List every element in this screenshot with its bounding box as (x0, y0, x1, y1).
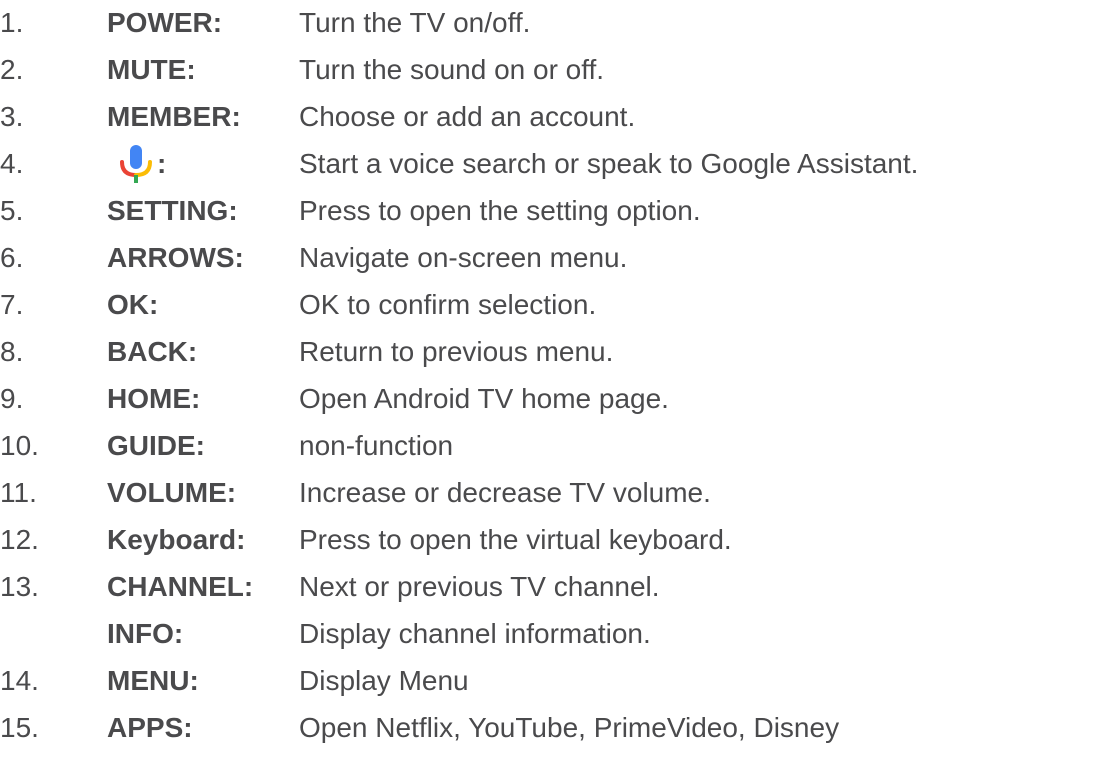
item-description: Navigate on-screen menu. (299, 242, 628, 273)
item-key: MEMBER: (107, 101, 241, 132)
item-key: MUTE: (107, 54, 196, 85)
list-item: 4. : Start a voice search or speak to Go… (0, 141, 1093, 187)
item-description: Start a voice search or speak to Google … (299, 148, 919, 179)
item-key: VOLUME: (107, 477, 237, 508)
list-item: 12. Keyboard: Press to open the virtual … (0, 517, 1093, 563)
item-key: BACK: (107, 336, 198, 367)
list-item: INFO: Display channel information. (0, 611, 1093, 657)
list-item: 2. MUTE: Turn the sound on or off. (0, 47, 1093, 93)
google-assistant-mic-icon (120, 145, 152, 183)
item-number: 14. (0, 665, 39, 696)
item-key: INFO: (107, 618, 184, 649)
item-number: 12. (0, 524, 39, 555)
item-description: Press to open the virtual keyboard. (299, 524, 732, 555)
list-item: 13. CHANNEL: Next or previous TV channel… (0, 564, 1093, 610)
item-number: 4. (0, 148, 24, 179)
item-number: 1. (0, 7, 24, 38)
list-item: 11. VOLUME: Increase or decrease TV volu… (0, 470, 1093, 516)
item-key: : (157, 148, 167, 179)
item-key: CHANNEL: (107, 571, 254, 602)
item-description: non-function (299, 430, 454, 461)
item-number: 9. (0, 383, 24, 414)
item-number: 8. (0, 336, 24, 367)
item-key: Keyboard: (107, 524, 246, 555)
item-description: Next or previous TV channel. (299, 571, 660, 602)
list-item: 1. POWER: Turn the TV on/off. (0, 0, 1093, 46)
item-description: Press to open the setting option. (299, 195, 701, 226)
item-description: Turn the sound on or off. (299, 54, 605, 85)
item-description: Open Netflix, YouTube, PrimeVideo, Disne… (299, 712, 840, 743)
list-item: 5. SETTING: Press to open the setting op… (0, 188, 1093, 234)
item-number: 7. (0, 289, 24, 320)
item-number: 10. (0, 430, 39, 461)
list-item: 7. OK: OK to confirm selection. (0, 282, 1093, 328)
item-description: Turn the TV on/off. (299, 7, 531, 38)
item-description: Increase or decrease TV volume. (299, 477, 711, 508)
item-key: GUIDE: (107, 430, 205, 461)
item-description: Display channel information. (299, 618, 651, 649)
item-description: Return to previous menu. (299, 336, 614, 367)
item-description: Choose or add an account. (299, 101, 636, 132)
item-number: 15. (0, 712, 39, 743)
item-number: 6. (0, 242, 24, 273)
item-key-mic: : (119, 141, 166, 187)
item-key: MENU: (107, 665, 199, 696)
item-key: ARROWS: (107, 242, 244, 273)
list-item: 9. HOME: Open Android TV home page. (0, 376, 1093, 422)
item-key: OK: (107, 289, 159, 320)
item-number: 13. (0, 571, 39, 602)
list-item: 10. GUIDE: non-function (0, 423, 1093, 469)
remote-button-list: 1. POWER: Turn the TV on/off. 2. MUTE: T… (0, 0, 1093, 779)
list-item: 6. ARROWS: Navigate on-screen menu. (0, 235, 1093, 281)
item-key: SETTING: (107, 195, 238, 226)
item-description: OK to confirm selection. (299, 289, 597, 320)
item-number: 2. (0, 54, 24, 85)
item-description: Display Menu (299, 665, 469, 696)
item-key: APPS: (107, 712, 193, 743)
item-description: Open Android TV home page. (299, 383, 669, 414)
list-item: 8. BACK: Return to previous menu. (0, 329, 1093, 375)
list-item: 14. MENU: Display Menu (0, 658, 1093, 704)
item-number: 3. (0, 101, 24, 132)
list-item: 3. MEMBER: Choose or add an account. (0, 94, 1093, 140)
item-key: HOME: (107, 383, 201, 414)
item-number: 11. (0, 477, 37, 508)
item-number: 5. (0, 195, 24, 226)
list-item: 15. APPS: Open Netflix, YouTube, PrimeVi… (0, 705, 1093, 751)
item-key: POWER: (107, 7, 223, 38)
